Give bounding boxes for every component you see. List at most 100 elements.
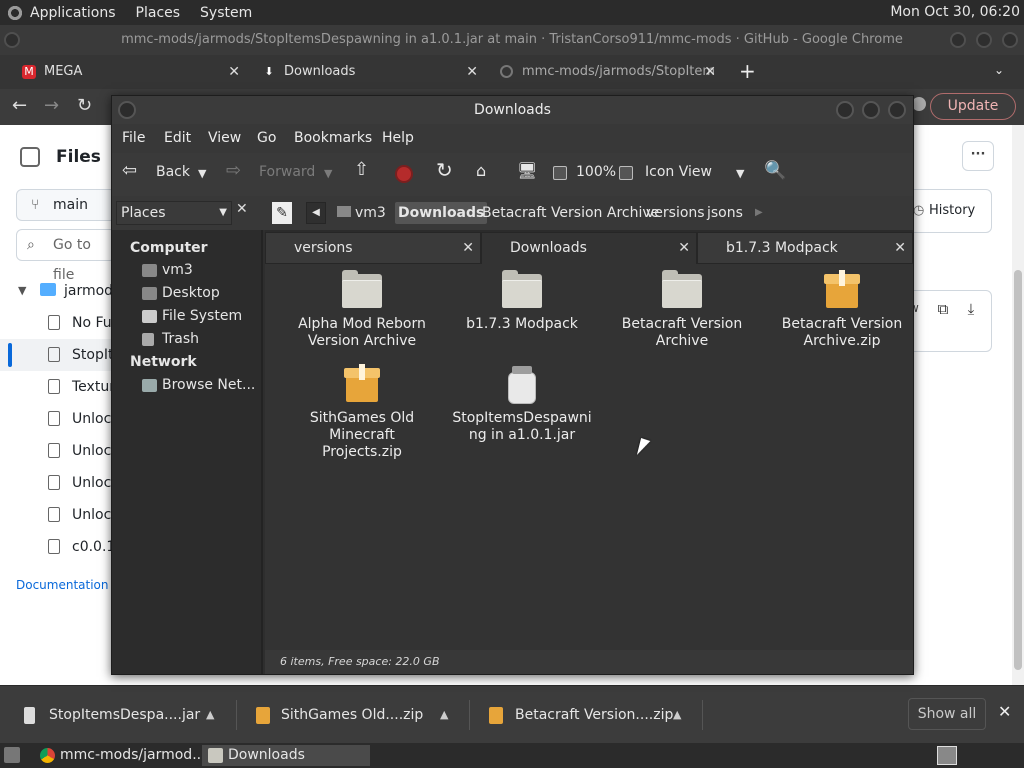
tree-item[interactable]: c0.0.1 xyxy=(0,531,120,563)
download-item[interactable]: Betacraft Version....zip ▲ xyxy=(489,686,703,744)
menu-edit[interactable]: Edit xyxy=(164,130,191,146)
task-downloads[interactable]: Downloads xyxy=(202,745,370,766)
search-icon[interactable]: 🔍 xyxy=(764,160,786,181)
tab-search-chevron-icon[interactable]: ⌄ xyxy=(994,63,1004,77)
scrollbar-thumb[interactable] xyxy=(1014,270,1022,670)
edit-location-icon[interactable]: ✎ xyxy=(272,202,292,224)
tree-item[interactable]: Textur xyxy=(0,371,120,403)
stop-icon[interactable] xyxy=(395,165,413,183)
file-item-betacraft-version-archive[interactable]: Betacraft Version Archive xyxy=(607,270,757,350)
close-window-icon[interactable] xyxy=(1002,32,1018,48)
file-item-stopitemsdespawning-jar[interactable]: StopItemsDespawning in a1.0.1.jar xyxy=(447,364,597,444)
clock[interactable]: Mon Oct 30, 06:20 xyxy=(890,4,1020,20)
crumb-jsons[interactable]: jsons xyxy=(704,202,746,224)
crumb-downloads[interactable]: Downloads xyxy=(395,202,488,224)
zoom-level[interactable]: 100% xyxy=(576,164,616,180)
minimize-icon[interactable] xyxy=(836,101,854,119)
forward-arrow-icon[interactable]: ⇨ xyxy=(226,160,241,181)
back-history-chevron-icon[interactable]: ▼ xyxy=(198,167,206,180)
path-right-arrow-icon[interactable]: ▶ xyxy=(752,202,766,224)
close-tab-icon[interactable]: ✕ xyxy=(678,233,690,263)
zoom-out-icon[interactable] xyxy=(553,166,567,180)
close-sidebar-icon[interactable]: ✕ xyxy=(236,201,248,217)
reload-icon[interactable]: ↻ xyxy=(436,158,453,182)
minimize-icon[interactable] xyxy=(950,32,966,48)
tab-mega[interactable]: M MEGA ✕ xyxy=(22,59,240,89)
tab-downloads[interactable]: ⬇ Downloads ✕ xyxy=(262,59,478,89)
chevron-up-icon[interactable]: ▲ xyxy=(440,686,448,744)
sidebar-type-select[interactable]: Places ▼ xyxy=(116,201,232,225)
branch-selector[interactable]: ⑂ main xyxy=(16,189,116,221)
window-menu-icon[interactable] xyxy=(118,101,136,119)
menu-bookmarks[interactable]: Bookmarks xyxy=(294,130,372,146)
close-downloads-bar-icon[interactable]: ✕ xyxy=(998,702,1011,721)
window-menu-icon[interactable] xyxy=(4,32,20,48)
path-left-arrow-icon[interactable]: ◀ xyxy=(306,202,326,224)
history-button[interactable]: ◷ History xyxy=(904,189,992,233)
show-desktop-icon[interactable] xyxy=(4,747,20,763)
close-window-icon[interactable] xyxy=(888,101,906,119)
file-item-sithgames-zip[interactable]: SithGames Old Minecraft Projects.zip xyxy=(287,364,437,461)
file-item-b1-7-3-modpack[interactable]: b1.7.3 Modpack xyxy=(447,270,597,333)
home-icon[interactable]: ⌂ xyxy=(476,161,486,180)
download-item[interactable]: SithGames Old....zip ▲ xyxy=(256,686,470,744)
profile-avatar-icon[interactable] xyxy=(912,97,926,111)
menu-system[interactable]: System xyxy=(200,5,252,21)
file-item-betacraft-version-archive-zip[interactable]: Betacraft Version Archive.zip xyxy=(767,270,917,350)
copy-icon[interactable]: ⧉ xyxy=(931,297,955,321)
view-mode-chevron-icon[interactable]: ▼ xyxy=(736,167,744,180)
crumb-betacraft-version-archive[interactable]: Betacraft Version Archive xyxy=(479,202,662,224)
tree-folder-jarmods[interactable]: ▼ jarmods xyxy=(0,275,120,307)
close-tab-icon[interactable]: ✕ xyxy=(462,233,474,263)
go-to-file-input[interactable]: ⌕ Go to file xyxy=(16,229,116,283)
view-mode-select[interactable]: Icon View xyxy=(645,164,712,180)
chevron-up-icon[interactable]: ▲ xyxy=(206,686,214,744)
tree-item[interactable]: Unlock xyxy=(0,467,120,499)
menu-places[interactable]: Places xyxy=(136,5,181,21)
task-chrome[interactable]: mmc-mods/jarmod... xyxy=(34,745,206,766)
collapse-sidebar-icon[interactable] xyxy=(20,147,40,167)
forward-arrow-icon[interactable]: → xyxy=(44,95,59,116)
close-tab-icon[interactable]: ✕ xyxy=(466,59,478,85)
tab-github[interactable]: mmc-mods/jarmods/StopItem ✕ xyxy=(500,59,716,89)
menu-go[interactable]: Go xyxy=(257,130,276,146)
up-arrow-icon[interactable]: ⇧ xyxy=(354,159,369,180)
tab-b1-7-3-modpack[interactable]: b1.7.3 Modpack ✕ xyxy=(697,232,913,264)
crumb-versions[interactable]: versions xyxy=(643,202,708,224)
file-item-alpha-mod-reborn[interactable]: Alpha Mod Reborn Version Archive xyxy=(287,270,437,350)
chevron-up-icon[interactable]: ▲ xyxy=(673,686,681,744)
forward-history-chevron-icon[interactable]: ▼ xyxy=(324,167,332,180)
reload-icon[interactable]: ↻ xyxy=(77,95,92,116)
back-button[interactable]: Back xyxy=(156,164,190,180)
page-scrollbar[interactable] xyxy=(1012,125,1024,685)
maximize-icon[interactable] xyxy=(862,101,880,119)
more-options-button[interactable]: ··· xyxy=(962,141,994,171)
tree-item[interactable]: Unlock xyxy=(0,403,120,435)
tab-downloads[interactable]: Downloads ✕ xyxy=(481,232,697,264)
close-tab-icon[interactable]: ✕ xyxy=(228,59,240,85)
zoom-in-icon[interactable] xyxy=(619,166,633,180)
maximize-icon[interactable] xyxy=(976,32,992,48)
back-arrow-icon[interactable]: ⇦ xyxy=(122,160,137,181)
chevron-down-icon[interactable]: ▼ xyxy=(18,275,26,307)
forward-button[interactable]: Forward xyxy=(259,164,315,180)
tree-item[interactable]: No Fu xyxy=(0,307,120,339)
computer-icon[interactable]: 🖥 xyxy=(517,161,537,180)
tab-versions[interactable]: versions ✕ xyxy=(265,232,481,264)
tree-item[interactable]: Unlock xyxy=(0,435,120,467)
show-all-button[interactable]: Show all xyxy=(908,698,986,730)
crumb-vm3[interactable]: vm3 xyxy=(334,202,389,224)
close-tab-icon[interactable]: ✕ xyxy=(704,59,716,85)
close-tab-icon[interactable]: ✕ xyxy=(894,233,906,263)
back-arrow-icon[interactable]: ← xyxy=(12,95,27,116)
tree-item-selected[interactable]: StopIte xyxy=(0,339,122,371)
update-button[interactable]: Update xyxy=(930,93,1016,120)
tree-item[interactable]: Unlock xyxy=(0,499,120,531)
distro-logo-icon[interactable] xyxy=(6,3,24,22)
download-item[interactable]: StopItemsDespa....jar ▲ xyxy=(24,686,237,744)
menu-view[interactable]: View xyxy=(208,130,241,146)
workspace-switcher[interactable] xyxy=(937,746,957,765)
menu-help[interactable]: Help xyxy=(382,130,414,146)
new-tab-icon[interactable]: + xyxy=(739,59,756,83)
download-raw-icon[interactable]: ⤓ xyxy=(959,297,983,321)
